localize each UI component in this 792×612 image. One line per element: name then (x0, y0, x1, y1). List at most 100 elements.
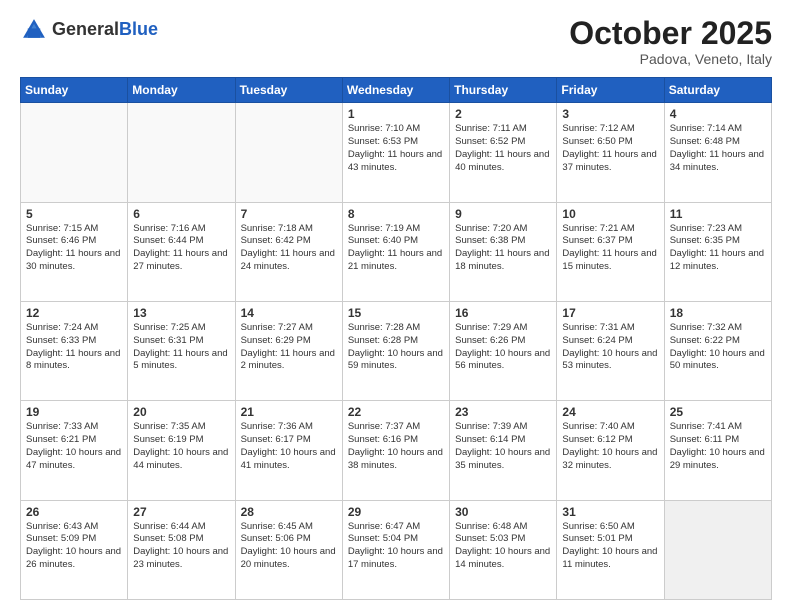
day-info: Sunrise: 7:33 AM Sunset: 6:21 PM Dayligh… (26, 421, 122, 472)
calendar-week-row: 1Sunrise: 7:10 AM Sunset: 6:53 PM Daylig… (21, 103, 772, 202)
day-number: 18 (670, 306, 766, 320)
calendar-week-row: 26 Sunrise: 6:43 AM Sunset: 5:09 PM Dayli… (21, 500, 772, 599)
day-info: Sunrise: 7:20 AM Sunset: 6:38 PM Dayligh… (455, 223, 551, 274)
calendar-cell: 19 Sunrise: 7:33 AM Sunset: 6:21 PM Dayli… (21, 401, 128, 500)
day-number: 14 (241, 306, 337, 320)
day-info: Sunrise: 6:47 AM Sunset: 5:04 PM Dayligh… (348, 521, 444, 572)
calendar-cell: 6 Sunrise: 7:16 AM Sunset: 6:44 PM Daylig… (128, 202, 235, 301)
day-info: Sunrise: 7:28 AM Sunset: 6:28 PM Dayligh… (348, 322, 444, 373)
day-info: Sunrise: 7:36 AM Sunset: 6:17 PM Dayligh… (241, 421, 337, 472)
day-number: 12 (26, 306, 122, 320)
day-info: Sunrise: 7:23 AM Sunset: 6:35 PM Dayligh… (670, 223, 766, 274)
calendar-cell (21, 103, 128, 202)
logo: GeneralBlue (20, 16, 158, 44)
calendar-cell: 20 Sunrise: 7:35 AM Sunset: 6:19 PM Dayli… (128, 401, 235, 500)
calendar-cell: 9 Sunrise: 7:20 AM Sunset: 6:38 PM Daylig… (450, 202, 557, 301)
day-number: 20 (133, 405, 229, 419)
day-number: 19 (26, 405, 122, 419)
calendar-cell: 28 Sunrise: 6:45 AM Sunset: 5:06 PM Dayli… (235, 500, 342, 599)
day-number: 3 (562, 107, 658, 121)
day-number: 24 (562, 405, 658, 419)
day-info: Sunrise: 6:50 AM Sunset: 5:01 PM Dayligh… (562, 521, 658, 572)
day-number: 9 (455, 207, 551, 221)
month-title: October 2025 (569, 16, 772, 51)
calendar-week-row: 19 Sunrise: 7:33 AM Sunset: 6:21 PM Dayli… (21, 401, 772, 500)
day-info: Sunrise: 6:43 AM Sunset: 5:09 PM Dayligh… (26, 521, 122, 572)
calendar-cell: 31Sunrise: 6:50 AM Sunset: 5:01 PM Dayli… (557, 500, 664, 599)
calendar-cell: 8 Sunrise: 7:19 AM Sunset: 6:40 PM Daylig… (342, 202, 449, 301)
calendar-cell: 23 Sunrise: 7:39 AM Sunset: 6:14 PM Dayli… (450, 401, 557, 500)
calendar-cell (128, 103, 235, 202)
page: GeneralBlue October 2025 Padova, Veneto,… (0, 0, 792, 612)
calendar-cell: 4Sunrise: 7:14 AM Sunset: 6:48 PM Daylig… (664, 103, 771, 202)
calendar-table: SundayMondayTuesdayWednesdayThursdayFrid… (20, 77, 772, 600)
day-info: Sunrise: 7:19 AM Sunset: 6:40 PM Dayligh… (348, 223, 444, 274)
calendar-cell: 29 Sunrise: 6:47 AM Sunset: 5:04 PM Dayli… (342, 500, 449, 599)
day-number: 21 (241, 405, 337, 419)
day-info: Sunrise: 7:21 AM Sunset: 6:37 PM Dayligh… (562, 223, 658, 274)
day-number: 23 (455, 405, 551, 419)
day-number: 16 (455, 306, 551, 320)
weekday-header: Tuesday (235, 78, 342, 103)
day-info: Sunrise: 7:39 AM Sunset: 6:14 PM Dayligh… (455, 421, 551, 472)
day-number: 27 (133, 505, 229, 519)
day-info: Sunrise: 7:29 AM Sunset: 6:26 PM Dayligh… (455, 322, 551, 373)
day-info: Sunrise: 7:18 AM Sunset: 6:42 PM Dayligh… (241, 223, 337, 274)
calendar-cell: 12Sunrise: 7:24 AM Sunset: 6:33 PM Dayli… (21, 301, 128, 400)
day-info: Sunrise: 7:31 AM Sunset: 6:24 PM Dayligh… (562, 322, 658, 373)
day-number: 28 (241, 505, 337, 519)
day-number: 6 (133, 207, 229, 221)
calendar-cell: 13 Sunrise: 7:25 AM Sunset: 6:31 PM Dayli… (128, 301, 235, 400)
day-info: Sunrise: 7:27 AM Sunset: 6:29 PM Dayligh… (241, 322, 337, 373)
day-number: 26 (26, 505, 122, 519)
calendar-cell: 26 Sunrise: 6:43 AM Sunset: 5:09 PM Dayli… (21, 500, 128, 599)
day-info: Sunrise: 7:25 AM Sunset: 6:31 PM Dayligh… (133, 322, 229, 373)
calendar-cell: 25Sunrise: 7:41 AM Sunset: 6:11 PM Dayli… (664, 401, 771, 500)
calendar-cell: 15 Sunrise: 7:28 AM Sunset: 6:28 PM Dayli… (342, 301, 449, 400)
calendar-cell: 1Sunrise: 7:10 AM Sunset: 6:53 PM Daylig… (342, 103, 449, 202)
calendar-cell: 21 Sunrise: 7:36 AM Sunset: 6:17 PM Dayli… (235, 401, 342, 500)
logo-blue: Blue (119, 19, 158, 39)
day-number: 25 (670, 405, 766, 419)
logo-general: General (52, 19, 119, 39)
day-number: 15 (348, 306, 444, 320)
day-info: Sunrise: 7:14 AM Sunset: 6:48 PM Dayligh… (670, 123, 766, 174)
calendar-cell: 17 Sunrise: 7:31 AM Sunset: 6:24 PM Dayli… (557, 301, 664, 400)
day-number: 29 (348, 505, 444, 519)
day-info: Sunrise: 7:32 AM Sunset: 6:22 PM Dayligh… (670, 322, 766, 373)
calendar-cell (664, 500, 771, 599)
day-info: Sunrise: 7:40 AM Sunset: 6:12 PM Dayligh… (562, 421, 658, 472)
weekday-header: Thursday (450, 78, 557, 103)
calendar-cell: 14 Sunrise: 7:27 AM Sunset: 6:29 PM Dayli… (235, 301, 342, 400)
day-number: 8 (348, 207, 444, 221)
calendar-cell: 18 Sunrise: 7:32 AM Sunset: 6:22 PM Dayli… (664, 301, 771, 400)
day-info: Sunrise: 7:10 AM Sunset: 6:53 PM Dayligh… (348, 123, 444, 174)
calendar-cell: 11 Sunrise: 7:23 AM Sunset: 6:35 PM Dayli… (664, 202, 771, 301)
day-info: Sunrise: 6:44 AM Sunset: 5:08 PM Dayligh… (133, 521, 229, 572)
weekday-header: Wednesday (342, 78, 449, 103)
logo-icon (20, 16, 48, 44)
day-info: Sunrise: 7:11 AM Sunset: 6:52 PM Dayligh… (455, 123, 551, 174)
calendar-cell: 24 Sunrise: 7:40 AM Sunset: 6:12 PM Dayli… (557, 401, 664, 500)
calendar-week-row: 5Sunrise: 7:15 AM Sunset: 6:46 PM Daylig… (21, 202, 772, 301)
calendar-cell: 3Sunrise: 7:12 AM Sunset: 6:50 PM Daylig… (557, 103, 664, 202)
calendar-cell: 22 Sunrise: 7:37 AM Sunset: 6:16 PM Dayli… (342, 401, 449, 500)
day-info: Sunrise: 6:48 AM Sunset: 5:03 PM Dayligh… (455, 521, 551, 572)
calendar-cell: 16 Sunrise: 7:29 AM Sunset: 6:26 PM Dayli… (450, 301, 557, 400)
day-info: Sunrise: 7:16 AM Sunset: 6:44 PM Dayligh… (133, 223, 229, 274)
day-info: Sunrise: 6:45 AM Sunset: 5:06 PM Dayligh… (241, 521, 337, 572)
weekday-header: Sunday (21, 78, 128, 103)
calendar-cell: 27 Sunrise: 6:44 AM Sunset: 5:08 PM Dayli… (128, 500, 235, 599)
day-number: 11 (670, 207, 766, 221)
day-number: 22 (348, 405, 444, 419)
day-info: Sunrise: 7:35 AM Sunset: 6:19 PM Dayligh… (133, 421, 229, 472)
calendar-cell: 2Sunrise: 7:11 AM Sunset: 6:52 PM Daylig… (450, 103, 557, 202)
weekday-header: Friday (557, 78, 664, 103)
calendar-cell: 10Sunrise: 7:21 AM Sunset: 6:37 PM Dayli… (557, 202, 664, 301)
day-info: Sunrise: 7:15 AM Sunset: 6:46 PM Dayligh… (26, 223, 122, 274)
day-number: 17 (562, 306, 658, 320)
day-info: Sunrise: 7:37 AM Sunset: 6:16 PM Dayligh… (348, 421, 444, 472)
logo-text: GeneralBlue (52, 20, 158, 40)
weekday-header: Monday (128, 78, 235, 103)
day-number: 13 (133, 306, 229, 320)
